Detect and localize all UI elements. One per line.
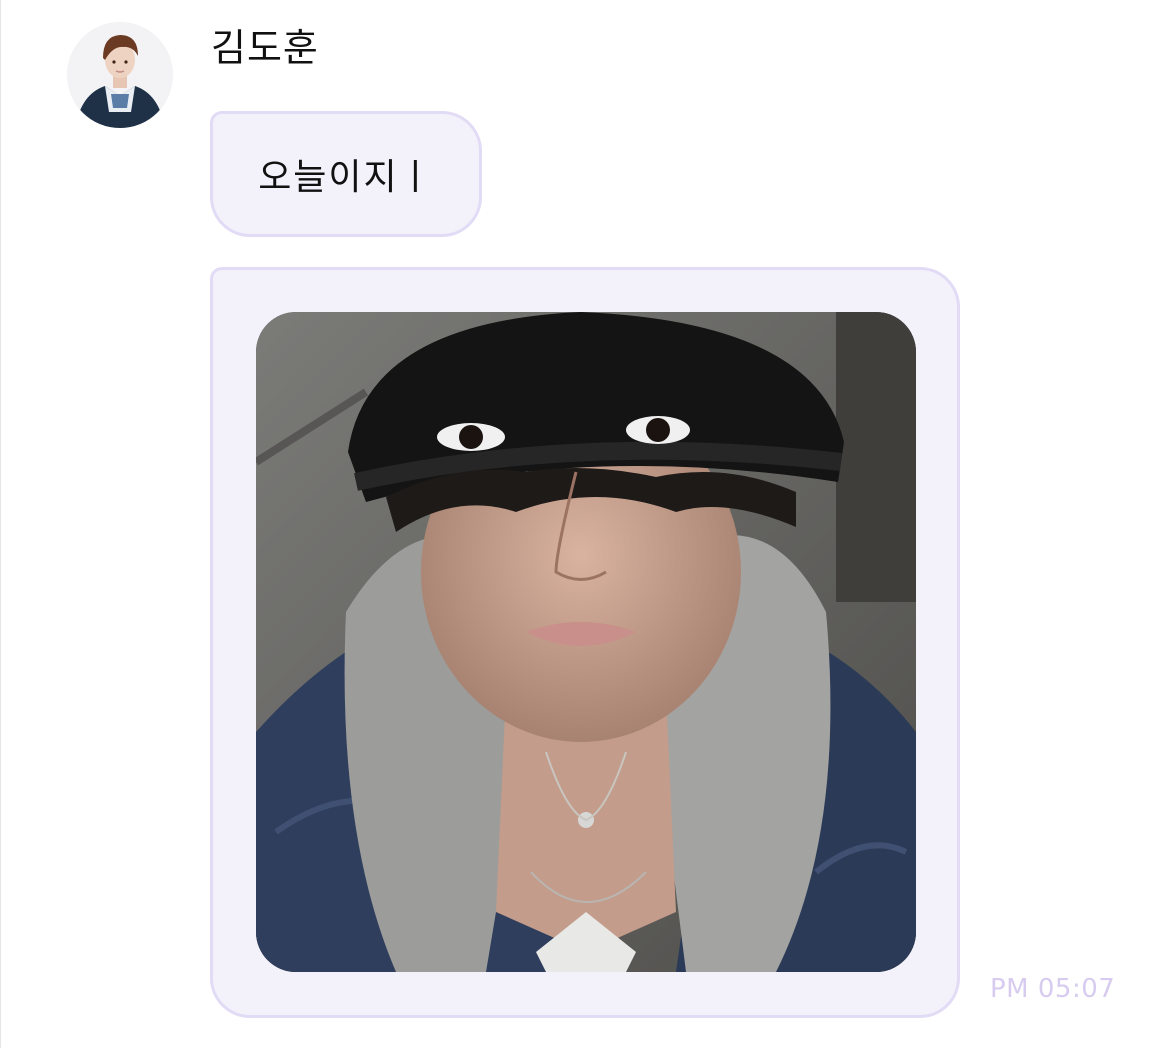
sender-avatar[interactable] bbox=[67, 22, 173, 128]
message-text: 오늘이지ㅣ bbox=[258, 157, 434, 198]
message-photo[interactable] bbox=[256, 312, 916, 972]
message-bubble-text[interactable]: 오늘이지ㅣ bbox=[210, 111, 482, 237]
message-bubble-image[interactable] bbox=[210, 267, 960, 1018]
selfie-photo-icon bbox=[256, 312, 916, 972]
sender-name: 김도훈 bbox=[211, 26, 319, 70]
left-divider bbox=[0, 0, 1, 1048]
message-timestamp: PM 05:07 bbox=[990, 974, 1116, 1004]
profile-avatar-icon bbox=[67, 22, 173, 128]
